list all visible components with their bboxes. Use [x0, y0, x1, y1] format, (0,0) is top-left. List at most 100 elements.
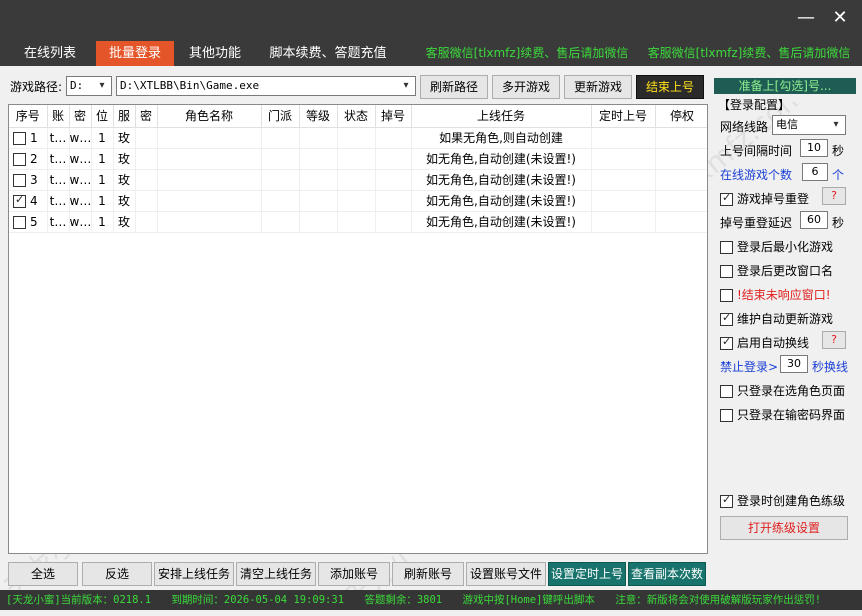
- tab-bar: 在线列表 批量登录 其他功能 脚本续费、答题充值 客服微信[tlxmfz]续费、…: [0, 40, 862, 66]
- forbid-login-label: 禁止登录>: [720, 360, 779, 374]
- view-dungeon-button[interactable]: 查看副本次数: [628, 562, 706, 586]
- expire-text: 到期时间：2026-05-04 19:09:31: [171, 594, 345, 606]
- col-header[interactable]: 账: [47, 105, 70, 128]
- drop-relogin-option[interactable]: 游戏掉号重登: [720, 190, 809, 207]
- auto-update-checkbox[interactable]: [720, 311, 733, 326]
- section-title: 【登录配置】: [718, 98, 791, 112]
- minimize-option[interactable]: 登录后最小化游戏: [720, 238, 833, 255]
- col-header[interactable]: 位: [91, 105, 114, 128]
- login-config-panel: 准备上[勾选]号... 【登录配置】 网络线路 电信 ▾ 上号间隔时间 10 秒…: [714, 78, 856, 554]
- interval-label: 上号间隔时间: [720, 144, 793, 158]
- interval-unit: 秒: [832, 144, 845, 158]
- auto-switch-option[interactable]: 启用自动换线: [720, 334, 809, 351]
- kill-unresponsive-checkbox[interactable]: [720, 289, 733, 302]
- col-header[interactable]: 上线任务: [411, 105, 592, 128]
- col-header[interactable]: 等级: [299, 105, 338, 128]
- tab-wechat-1[interactable]: 客服微信[tlxmfz]续费、售后请加微信: [420, 41, 634, 66]
- row-checkbox[interactable]: [13, 193, 26, 208]
- arrange-task-button[interactable]: 安排上线任务: [154, 562, 234, 586]
- chevron-down-icon: ▾: [833, 119, 839, 130]
- hotkey-text: 游戏中按[Home]键呼出脚本: [462, 594, 595, 606]
- row-checkbox[interactable]: [13, 131, 26, 145]
- table-header: 序号 账 密 位 服 密 角色名称 门派 等级 状态 掉号 上线任务 定时上号 …: [9, 105, 707, 128]
- table-row[interactable]: 5 t… w… 1 玫 如无角色,自动创建(未设置!): [9, 211, 707, 233]
- tab-online-list[interactable]: 在线列表: [10, 41, 90, 66]
- refresh-account-button[interactable]: 刷新账号: [392, 562, 464, 586]
- col-header[interactable]: 定时上号: [591, 105, 656, 128]
- tab-wechat-2[interactable]: 客服微信[tlxmfz]续费、售后请加微信: [642, 41, 856, 66]
- answers-text: 答题剩余：3801: [364, 594, 443, 606]
- account-table[interactable]: 序号 账 密 位 服 密 角色名称 门派 等级 状态 掉号 上线任务 定时上号 …: [8, 104, 708, 554]
- title-bar: — ✕: [0, 0, 862, 40]
- version-text: [天龙小蜜]当前版本：0218.1: [6, 594, 152, 606]
- drop-relogin-checkbox[interactable]: [720, 191, 733, 206]
- online-count-input[interactable]: 6: [802, 163, 828, 181]
- create-level-checkbox[interactable]: [720, 493, 733, 508]
- end-login-button[interactable]: 结束上号: [636, 75, 704, 99]
- minimize-button[interactable]: —: [792, 6, 820, 30]
- notice-text: 注意：新版将会对使用破解版玩家作出惩罚!: [615, 594, 822, 606]
- minimize-checkbox[interactable]: [720, 241, 733, 254]
- clear-task-button[interactable]: 清空上线任务: [236, 562, 316, 586]
- status-header: 准备上[勾选]号...: [714, 78, 856, 94]
- col-header[interactable]: 密: [69, 105, 92, 128]
- row-checkbox[interactable]: [13, 173, 26, 187]
- status-bar: [天龙小蜜]当前版本：0218.1 到期时间：2026-05-04 19:09:…: [0, 590, 862, 610]
- add-account-button[interactable]: 添加账号: [318, 562, 390, 586]
- table-row[interactable]: 3 t… w… 1 玫 如无角色,自动创建(未设置!): [9, 169, 707, 191]
- only-select-checkbox[interactable]: [720, 385, 733, 398]
- network-line-select[interactable]: 电信 ▾: [772, 115, 846, 135]
- col-header[interactable]: 密: [135, 105, 158, 128]
- chevron-down-icon: ▾: [99, 80, 105, 91]
- forbid-login-unit: 秒换线: [812, 360, 849, 374]
- auto-update-option[interactable]: 维护自动更新游戏: [720, 310, 833, 327]
- drive-select[interactable]: D: ▾: [66, 76, 112, 96]
- game-path-select[interactable]: D:\XTLBB\Bin\Game.exe ▾: [116, 76, 416, 96]
- invert-selection-button[interactable]: 反选: [82, 562, 152, 586]
- timed-login-button[interactable]: 设置定时上号: [548, 562, 626, 586]
- close-button[interactable]: ✕: [826, 6, 854, 30]
- col-header[interactable]: 掉号: [375, 105, 412, 128]
- relogin-delay-input[interactable]: 60: [800, 211, 828, 229]
- multi-open-button[interactable]: 多开游戏: [492, 75, 560, 99]
- only-password-checkbox[interactable]: [720, 409, 733, 422]
- open-level-settings-button[interactable]: 打开练级设置: [720, 516, 848, 540]
- relogin-delay-label: 掉号重登延迟: [720, 216, 793, 230]
- rename-option[interactable]: 登录后更改窗口名: [720, 262, 833, 279]
- kill-unresponsive-option[interactable]: !结束未响应窗口!: [720, 286, 831, 303]
- help-button[interactable]: ?: [822, 331, 846, 349]
- help-button[interactable]: ?: [822, 187, 846, 205]
- col-header[interactable]: 停权: [655, 105, 707, 128]
- row-checkbox[interactable]: [13, 215, 26, 229]
- rename-checkbox[interactable]: [720, 265, 733, 278]
- only-password-option[interactable]: 只登录在输密码界面: [720, 406, 845, 423]
- auto-switch-checkbox[interactable]: [720, 335, 733, 350]
- online-count-unit: 个: [832, 168, 845, 182]
- row-checkbox[interactable]: [13, 152, 26, 166]
- col-header[interactable]: 服: [113, 105, 136, 128]
- update-game-button[interactable]: 更新游戏: [564, 75, 632, 99]
- interval-input[interactable]: 10: [800, 139, 828, 157]
- forbid-login-input[interactable]: 30: [780, 355, 808, 373]
- table-row[interactable]: 2 t… w… 1 玫 如无角色,自动创建(未设置!): [9, 148, 707, 170]
- col-header[interactable]: 序号: [9, 105, 48, 128]
- chevron-down-icon: ▾: [403, 80, 409, 91]
- create-level-option[interactable]: 登录时创建角色练级: [720, 492, 845, 509]
- set-account-file-button[interactable]: 设置账号文件: [466, 562, 546, 586]
- select-all-button[interactable]: 全选: [8, 562, 78, 586]
- col-header[interactable]: 状态: [337, 105, 376, 128]
- col-header[interactable]: 门派: [261, 105, 300, 128]
- bottom-toolbar: 全选 反选 安排上线任务 清空上线任务 添加账号 刷新账号 设置账号文件 设置定…: [8, 560, 708, 588]
- table-row[interactable]: 4 t… w… 1 玫 如无角色,自动创建(未设置!): [9, 190, 707, 212]
- game-path-label: 游戏路径:: [10, 80, 63, 94]
- tab-other-functions[interactable]: 其他功能: [180, 41, 250, 66]
- line-label: 网络线路: [720, 120, 769, 134]
- table-row[interactable]: 1 t… w… 1 玫 如果无角色,则自动创建: [9, 127, 707, 149]
- relogin-delay-unit: 秒: [832, 216, 845, 230]
- only-select-option[interactable]: 只登录在选角色页面: [720, 382, 845, 399]
- col-header[interactable]: 角色名称: [157, 105, 262, 128]
- refresh-path-button[interactable]: 刷新路径: [420, 75, 488, 99]
- online-count-label: 在线游戏个数: [720, 168, 793, 182]
- tab-renew[interactable]: 脚本续费、答题充值: [262, 41, 394, 66]
- tab-batch-login[interactable]: 批量登录: [96, 41, 174, 66]
